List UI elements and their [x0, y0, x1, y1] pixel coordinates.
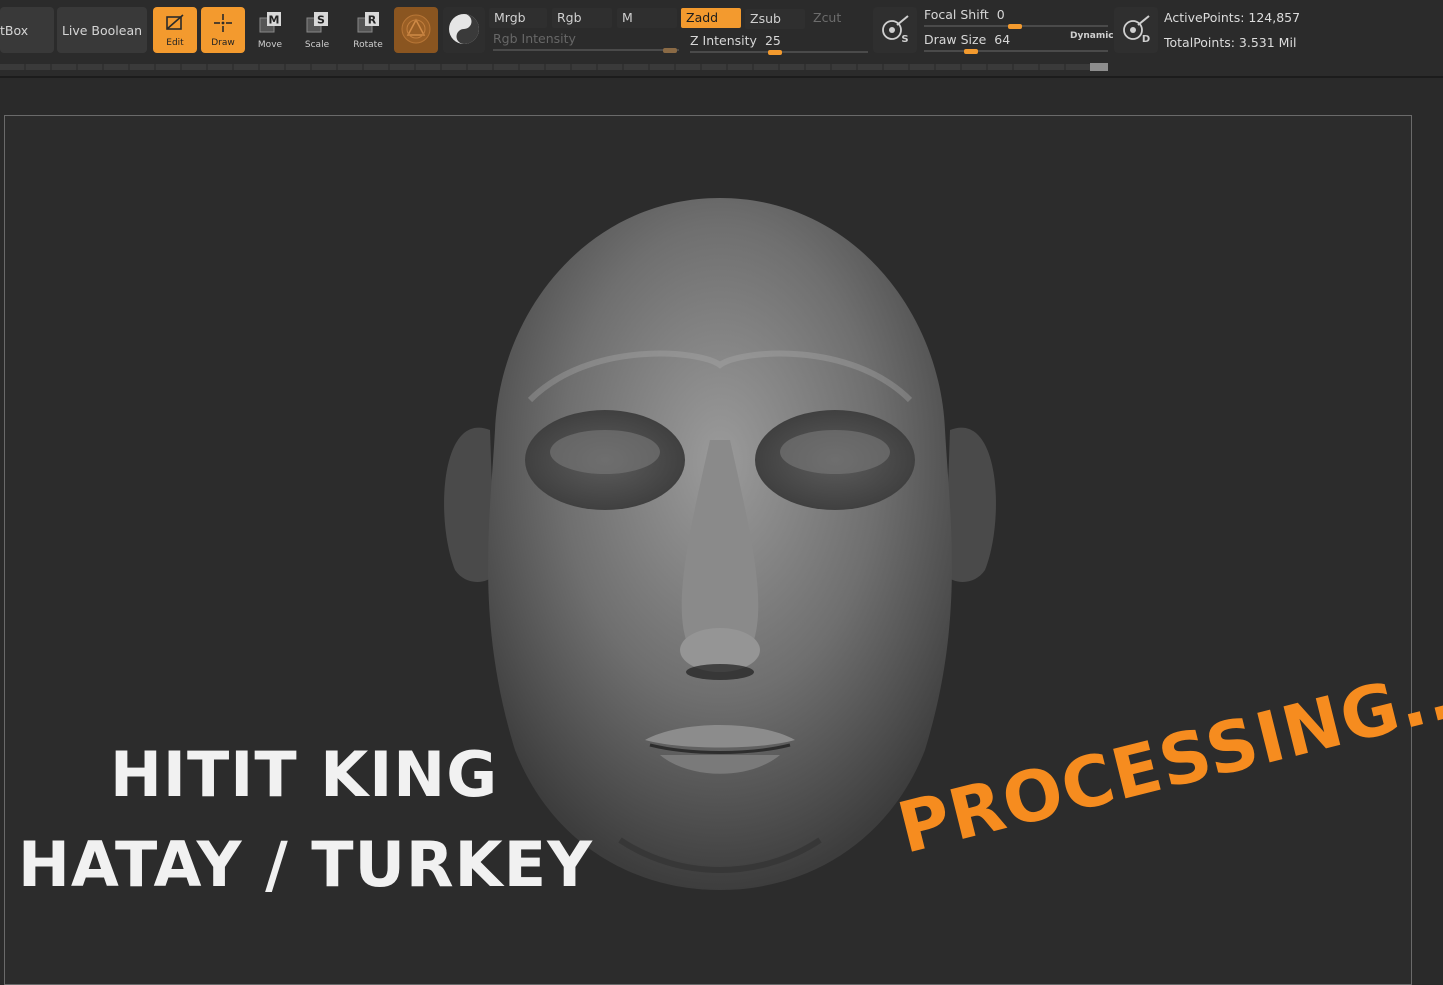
- mrgb-button[interactable]: Mrgb: [489, 8, 547, 28]
- z-intensity-knob[interactable]: [768, 50, 782, 55]
- scale-label: Scale: [304, 40, 330, 50]
- svg-text:R: R: [368, 14, 377, 27]
- stroke-icon: [447, 12, 481, 49]
- svg-text:M: M: [269, 14, 280, 27]
- focal-shift-label: Focal Shift: [924, 7, 989, 22]
- zadd-button[interactable]: Zadd: [681, 8, 741, 28]
- edit-button[interactable]: Edit: [153, 7, 197, 53]
- scale-icon: S: [303, 10, 331, 39]
- rotate-button[interactable]: R Rotate: [345, 10, 391, 50]
- move-label: Move: [257, 40, 283, 50]
- live-boolean-button[interactable]: Live Boolean: [57, 7, 147, 53]
- focal-shift-value: 0: [996, 7, 1005, 22]
- draw-size-label: Draw Size: [924, 32, 987, 47]
- draw-label: Draw: [211, 37, 235, 48]
- lazy-mouse-button[interactable]: S: [873, 7, 917, 53]
- rgb-intensity-slider[interactable]: Rgb Intensity: [493, 31, 679, 53]
- zsub-button[interactable]: Zsub: [745, 9, 805, 29]
- toolbar-scroll-thumb[interactable]: [1090, 63, 1108, 71]
- svg-text:D: D: [1142, 34, 1150, 44]
- edit-icon: [164, 13, 186, 36]
- svg-text:S: S: [317, 14, 325, 27]
- scale-button[interactable]: S Scale: [294, 10, 340, 50]
- z-intensity-value: 25: [764, 33, 781, 48]
- z-intensity-slider[interactable]: Z Intensity 25: [690, 33, 868, 55]
- draw-size-knob[interactable]: [964, 49, 978, 54]
- rotate-label: Rotate: [353, 40, 383, 50]
- title-line-2: HATAY / TURKEY: [18, 828, 593, 901]
- total-points-readout: TotalPoints: 3.531 Mil: [1164, 35, 1297, 50]
- rgb-intensity-knob[interactable]: [663, 48, 677, 53]
- svg-text:S: S: [901, 34, 908, 44]
- draw-size-target-icon: D: [1120, 14, 1152, 47]
- stroke-selector-button[interactable]: [443, 7, 485, 53]
- title-line-1: HITIT KING: [110, 738, 499, 811]
- edit-label: Edit: [166, 37, 184, 48]
- lazy-mouse-d-button[interactable]: D: [1114, 7, 1158, 53]
- draw-icon: [212, 13, 234, 36]
- toolbar-scroll-track: [0, 64, 1108, 70]
- brush-selector-button[interactable]: [394, 7, 438, 53]
- brush-icon: [400, 13, 432, 48]
- move-button[interactable]: M Move: [247, 10, 293, 50]
- lightbox-tab[interactable]: tBox: [0, 7, 54, 53]
- z-intensity-label: Z Intensity: [690, 33, 757, 48]
- rotate-icon: R: [354, 10, 382, 39]
- focal-shift-slider[interactable]: Focal Shift 0: [924, 7, 1108, 29]
- rgb-intensity-label: Rgb Intensity: [493, 31, 576, 46]
- focal-shift-knob[interactable]: [1008, 24, 1022, 29]
- draw-size-value: 64: [994, 32, 1011, 47]
- draw-button[interactable]: Draw: [201, 7, 245, 53]
- top-toolbar: tBox Live Boolean Edit Draw M Move S Sca…: [0, 0, 1443, 78]
- zcut-button[interactable]: Zcut: [808, 8, 864, 28]
- active-points-readout: ActivePoints: 124,857: [1164, 10, 1301, 25]
- focal-target-icon: S: [879, 14, 911, 47]
- move-icon: M: [256, 10, 284, 39]
- dynamic-toggle[interactable]: Dynamic: [1070, 31, 1114, 41]
- rgb-button[interactable]: Rgb: [552, 8, 612, 28]
- m-button[interactable]: M: [617, 8, 677, 28]
